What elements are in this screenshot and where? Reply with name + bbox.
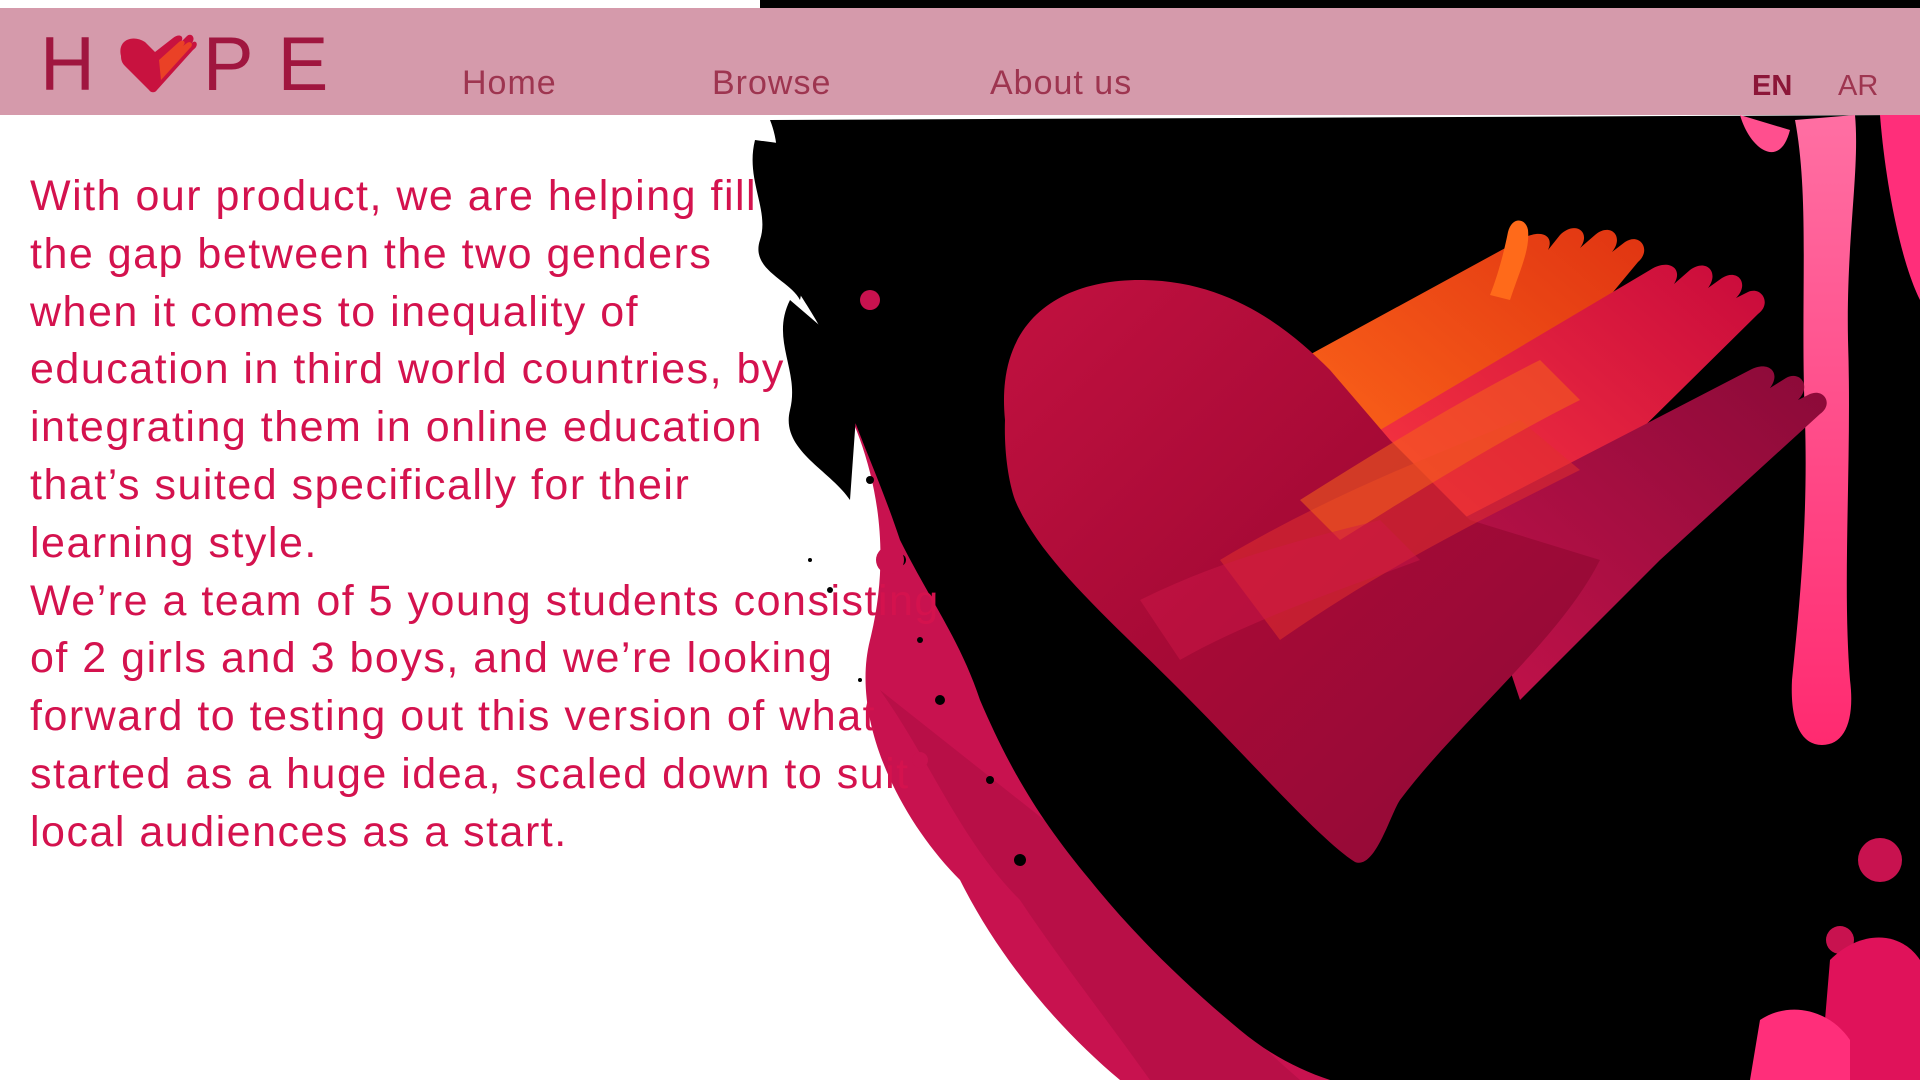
about-paragraph-mission: With our product, we are helping fill th… [30,172,785,567]
nav-link-home[interactable]: Home [462,64,557,103]
logo-letter-h: H [40,22,97,107]
language-ar-button[interactable]: AR [1838,70,1878,103]
heart-hands-icon [120,34,197,93]
logo[interactable]: H PE [40,22,353,107]
page: H PE Home Browse About us EN AR With our… [0,0,1920,1080]
top-nav-bar: H PE Home Browse About us EN AR [0,8,1920,115]
about-text: With our product, we are helping fill th… [30,168,940,862]
nav-link-browse[interactable]: Browse [712,64,831,103]
logo-letters-pe: PE [202,22,353,107]
language-en-button[interactable]: EN [1752,70,1792,103]
about-paragraph-team: We’re a team of 5 young students consist… [30,576,940,856]
nav-link-about-us[interactable]: About us [990,64,1132,103]
